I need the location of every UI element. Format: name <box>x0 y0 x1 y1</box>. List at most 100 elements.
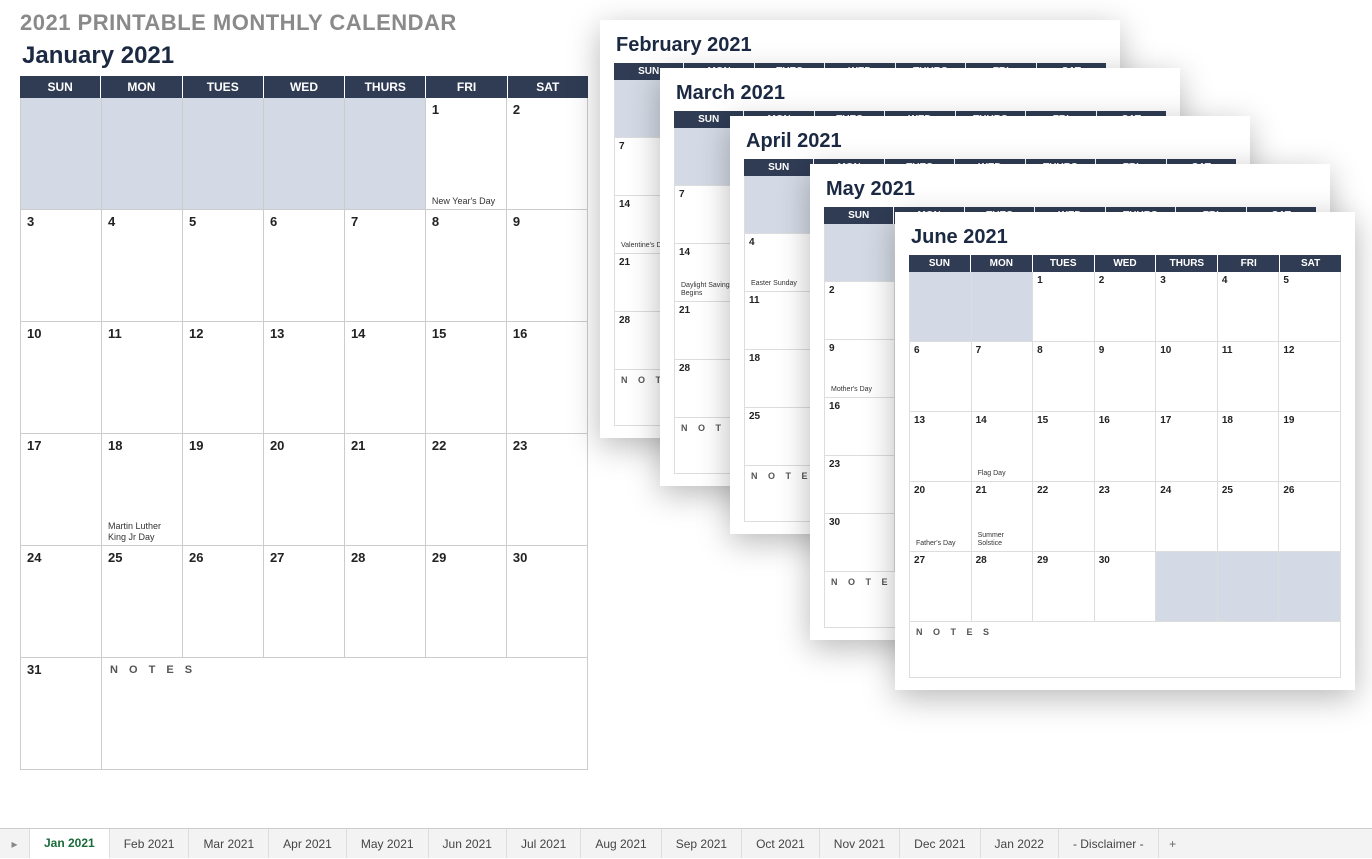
sheet-tab[interactable]: Mar 2021 <box>189 829 269 858</box>
calendar-cell[interactable]: 10 <box>21 322 102 434</box>
sheet-tab[interactable]: Aug 2021 <box>581 829 661 858</box>
sheet-tab[interactable]: Apr 2021 <box>269 829 347 858</box>
calendar-cell[interactable]: 27 <box>264 546 345 658</box>
calendar-cell[interactable]: 8 <box>426 210 507 322</box>
calendar-cell[interactable]: 28 <box>972 552 1034 622</box>
calendar-cell[interactable] <box>264 98 345 210</box>
calendar-cell[interactable]: 9 <box>1095 342 1157 412</box>
calendar-cell[interactable]: 4 <box>1218 272 1280 342</box>
calendar-cell[interactable]: 7 <box>345 210 426 322</box>
calendar-cell[interactable]: 1New Year's Day <box>426 98 507 210</box>
calendar-cell[interactable]: 6 <box>910 342 972 412</box>
calendar-cell[interactable]: 17 <box>21 434 102 546</box>
calendar-cell[interactable]: 23 <box>507 434 588 546</box>
calendar-cell[interactable]: 11 <box>102 322 183 434</box>
calendar-cell[interactable]: 4Easter Sunday <box>745 234 815 292</box>
calendar-cell[interactable] <box>825 224 895 282</box>
calendar-cell[interactable]: 19 <box>1279 412 1341 482</box>
sheet-tab[interactable]: May 2021 <box>347 829 429 858</box>
calendar-cell[interactable]: 25 <box>745 408 815 466</box>
calendar-cell[interactable]: 29 <box>426 546 507 658</box>
calendar-cell[interactable]: 16 <box>507 322 588 434</box>
calendar-cell[interactable]: 21 <box>345 434 426 546</box>
calendar-cell[interactable]: 28 <box>345 546 426 658</box>
add-sheet-button[interactable]: + <box>1159 829 1187 858</box>
calendar-cell[interactable]: 16 <box>825 398 895 456</box>
calendar-cell[interactable]: 4 <box>102 210 183 322</box>
calendar-cell[interactable]: 29 <box>1033 552 1095 622</box>
notes-area[interactable]: N O T E S <box>102 658 588 770</box>
calendar-cell[interactable]: 9 <box>507 210 588 322</box>
calendar-cell[interactable]: 18 <box>1218 412 1280 482</box>
sheet-tab[interactable]: Dec 2021 <box>900 829 980 858</box>
calendar-cell[interactable]: 8 <box>1033 342 1095 412</box>
calendar-cell[interactable]: 11 <box>745 292 815 350</box>
calendar-cell[interactable]: 27 <box>910 552 972 622</box>
sheet-tab[interactable]: Jun 2021 <box>429 829 507 858</box>
calendar-cell[interactable]: 21Summer Solstice <box>972 482 1034 552</box>
calendar-cell[interactable]: 11 <box>1218 342 1280 412</box>
calendar-cell[interactable]: 2 <box>507 98 588 210</box>
calendar-cell[interactable]: 3 <box>1156 272 1218 342</box>
calendar-cell[interactable] <box>910 272 972 342</box>
calendar-cell[interactable]: 12 <box>183 322 264 434</box>
calendar-cell[interactable]: 26 <box>183 546 264 658</box>
calendar-cell[interactable] <box>1218 552 1280 622</box>
calendar-cell[interactable]: 26 <box>1279 482 1341 552</box>
calendar-cell[interactable] <box>183 98 264 210</box>
calendar-cell[interactable]: 24 <box>21 546 102 658</box>
calendar-cell[interactable] <box>972 272 1034 342</box>
calendar-cell[interactable]: 6 <box>264 210 345 322</box>
calendar-cell[interactable]: 13 <box>264 322 345 434</box>
calendar-cell[interactable]: 23 <box>1095 482 1157 552</box>
tab-nav-arrow-icon[interactable]: ▸ <box>0 829 30 858</box>
calendar-cell[interactable]: 3 <box>21 210 102 322</box>
calendar-cell[interactable]: 20 <box>264 434 345 546</box>
calendar-cell[interactable]: 17 <box>1156 412 1218 482</box>
calendar-cell[interactable]: 30 <box>825 514 895 572</box>
calendar-cell[interactable]: 31 <box>21 658 102 770</box>
calendar-cell[interactable]: 25 <box>102 546 183 658</box>
sheet-tab[interactable]: - Disclaimer - <box>1059 829 1159 858</box>
notes-area[interactable]: N O T E S <box>909 622 1341 678</box>
calendar-cell[interactable] <box>21 98 102 210</box>
sheet-tab[interactable]: Oct 2021 <box>742 829 820 858</box>
calendar-cell[interactable] <box>1279 552 1341 622</box>
calendar-cell[interactable]: 18 <box>745 350 815 408</box>
calendar-cell[interactable]: 12 <box>1279 342 1341 412</box>
sheet-tab[interactable]: Nov 2021 <box>820 829 900 858</box>
calendar-cell[interactable]: 19 <box>183 434 264 546</box>
calendar-cell[interactable]: 13 <box>910 412 972 482</box>
calendar-cell[interactable]: 15 <box>1033 412 1095 482</box>
calendar-cell[interactable] <box>745 176 815 234</box>
calendar-cell[interactable]: 14 <box>345 322 426 434</box>
sheet-tab[interactable]: Sep 2021 <box>662 829 742 858</box>
calendar-cell[interactable] <box>102 98 183 210</box>
calendar-cell[interactable]: 22 <box>1033 482 1095 552</box>
calendar-cell[interactable]: 30 <box>507 546 588 658</box>
sheet-tab[interactable]: Jan 2021 <box>30 829 110 859</box>
calendar-cell[interactable]: 2 <box>1095 272 1157 342</box>
calendar-cell[interactable]: 9Mother's Day <box>825 340 895 398</box>
calendar-cell[interactable]: 2 <box>825 282 895 340</box>
calendar-cell[interactable] <box>1156 552 1218 622</box>
calendar-cell[interactable]: 18Martin Luther King Jr Day <box>102 434 183 546</box>
sheet-tab[interactable]: Jan 2022 <box>981 829 1059 858</box>
sheet-tab[interactable]: Feb 2021 <box>110 829 190 858</box>
calendar-cell[interactable]: 20Father's Day <box>910 482 972 552</box>
calendar-cell[interactable]: 1 <box>1033 272 1095 342</box>
calendar-cell[interactable]: 5 <box>1279 272 1341 342</box>
sheet-tab[interactable]: Jul 2021 <box>507 829 581 858</box>
calendar-cell[interactable]: 22 <box>426 434 507 546</box>
calendar-cell[interactable]: 30 <box>1095 552 1157 622</box>
calendar-cell[interactable]: 7 <box>972 342 1034 412</box>
calendar-cell[interactable] <box>345 98 426 210</box>
calendar-cell[interactable]: 15 <box>426 322 507 434</box>
calendar-cell[interactable]: 25 <box>1218 482 1280 552</box>
calendar-cell[interactable]: 24 <box>1156 482 1218 552</box>
calendar-cell[interactable]: 16 <box>1095 412 1157 482</box>
calendar-cell[interactable]: 10 <box>1156 342 1218 412</box>
calendar-cell[interactable]: 23 <box>825 456 895 514</box>
calendar-cell[interactable]: 5 <box>183 210 264 322</box>
calendar-cell[interactable]: 14Flag Day <box>972 412 1034 482</box>
